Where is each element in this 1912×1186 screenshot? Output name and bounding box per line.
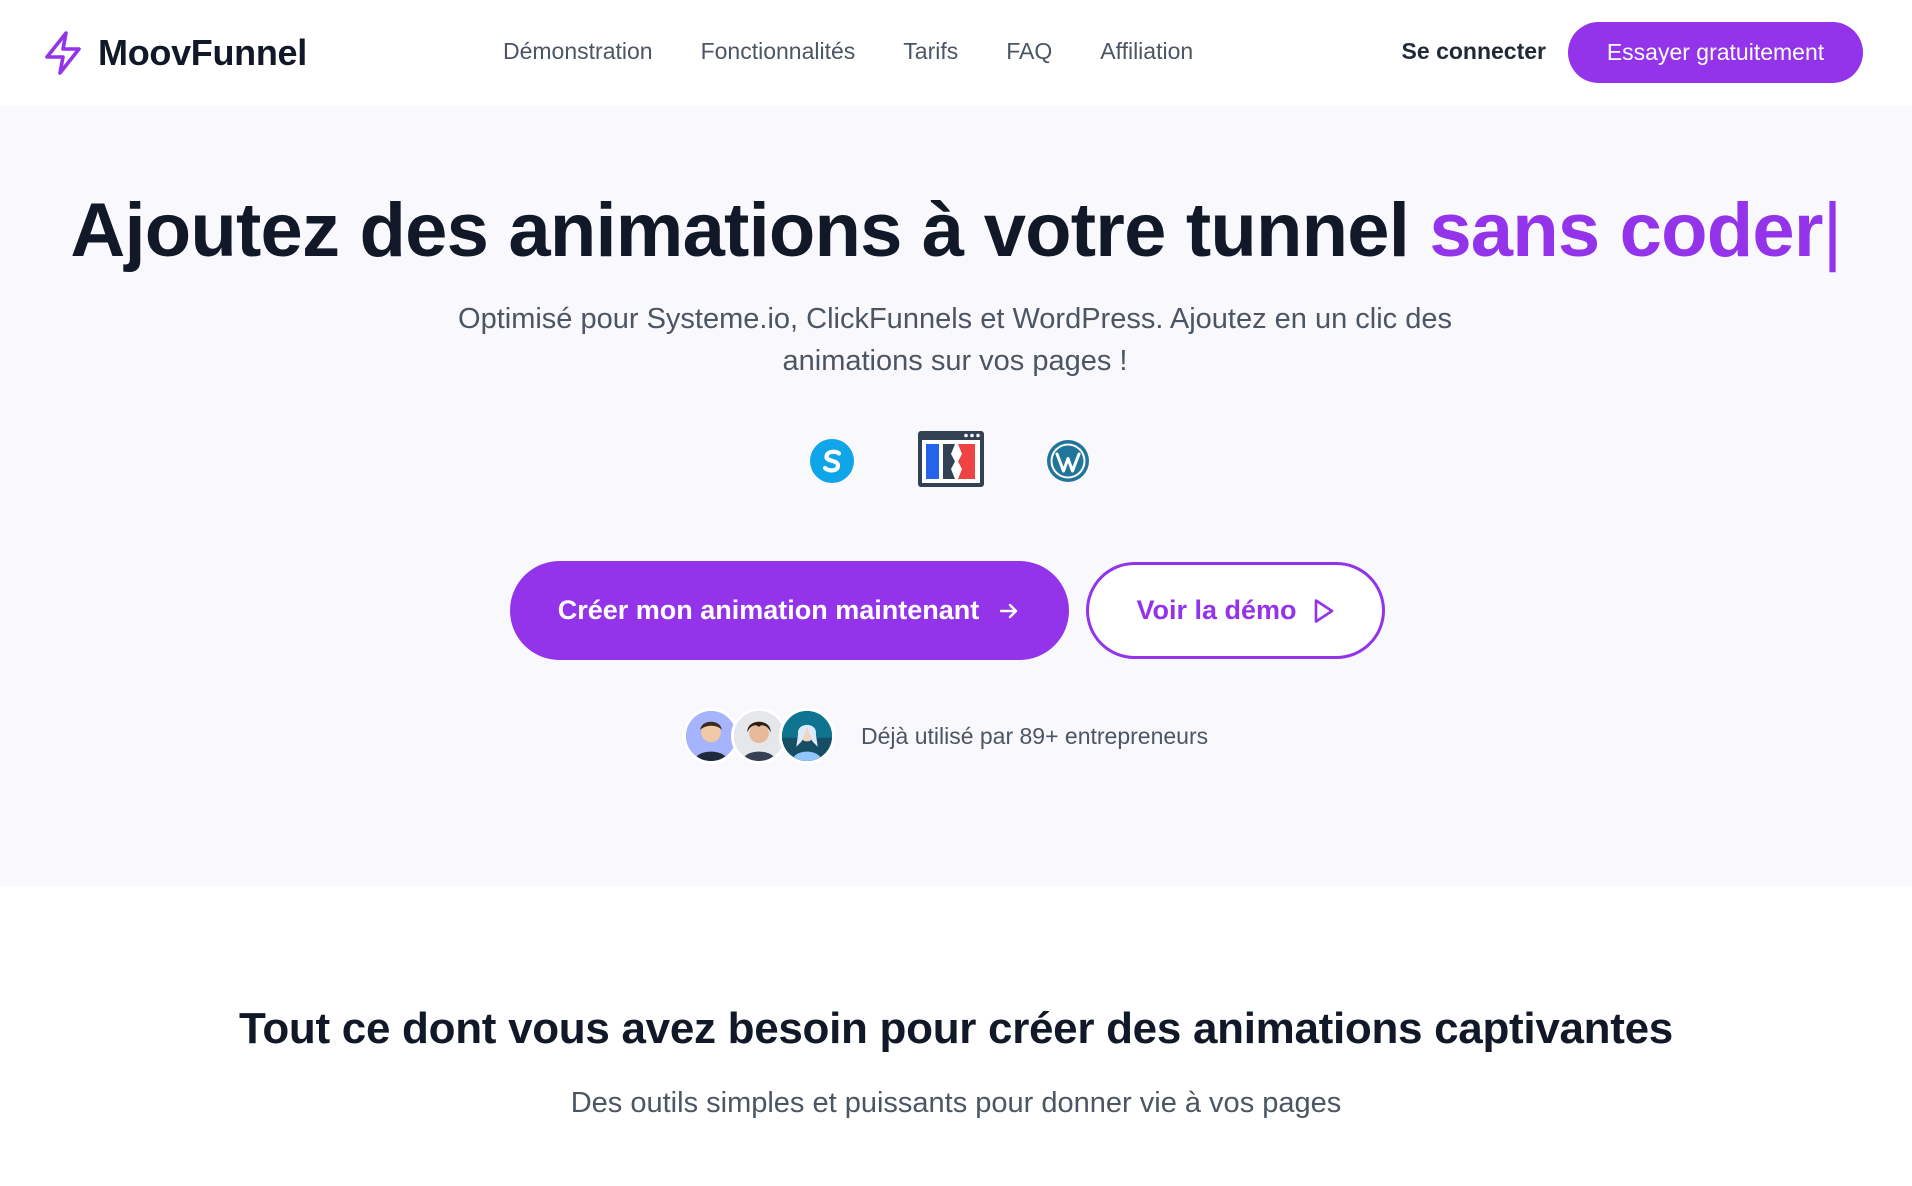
avatar <box>779 708 835 764</box>
features-subtitle: Des outils simples et puissants pour don… <box>570 1087 1342 1119</box>
main-navigation: Démonstration Fonctionnalités Tarifs FAQ… <box>503 38 1193 65</box>
nav-link-fonctionnalites[interactable]: Fonctionnalités <box>701 38 856 65</box>
systeme-io-logo-icon <box>810 439 854 488</box>
brand-name: MoovFunnel <box>98 32 307 73</box>
platform-logos <box>808 430 1094 492</box>
user-avatars <box>683 708 835 764</box>
login-link[interactable]: Se connecter <box>1402 38 1546 65</box>
brand-logo-link[interactable]: MoovFunnel <box>42 28 307 78</box>
play-icon <box>1313 598 1335 624</box>
try-free-button[interactable]: Essayer gratuitement <box>1568 22 1863 83</box>
features-title: Tout ce dont vous avez besoin pour créer… <box>239 1004 1673 1053</box>
clickfunnels-logo-icon <box>917 430 985 493</box>
watch-demo-label: Voir la démo <box>1136 595 1297 625</box>
nav-link-demonstration[interactable]: Démonstration <box>503 38 653 65</box>
lightning-bolt-icon <box>42 30 84 76</box>
create-animation-button[interactable]: Créer mon animation maintenant <box>510 561 1069 660</box>
arrow-right-icon <box>997 599 1021 623</box>
nav-link-affiliation[interactable]: Affiliation <box>1100 38 1193 65</box>
typing-caret: | <box>1822 188 1843 273</box>
nav-link-tarifs[interactable]: Tarifs <box>903 38 958 65</box>
top-navbar: MoovFunnel Démonstration Fonctionnalités… <box>0 0 1912 106</box>
nav-link-faq[interactable]: FAQ <box>1006 38 1052 65</box>
social-proof-text: Déjà utilisé par 89+ entrepreneurs <box>861 722 1209 749</box>
create-animation-label: Créer mon animation maintenant <box>557 595 980 625</box>
hero-title-main: Ajoutez des animations à votre tunnel <box>70 188 1430 273</box>
hero-title: Ajoutez des animations à votre tunnel sa… <box>0 186 1912 276</box>
watch-demo-button[interactable]: Voir la démo <box>1086 562 1385 659</box>
hero-title-accent: sans coder <box>1429 188 1823 273</box>
wordpress-logo-icon <box>1046 439 1090 488</box>
hero-subtitle: Optimisé pour Systeme.io, ClickFunnels e… <box>458 303 1452 377</box>
social-proof: Déjà utilisé par 89+ entrepreneurs <box>683 708 1208 764</box>
